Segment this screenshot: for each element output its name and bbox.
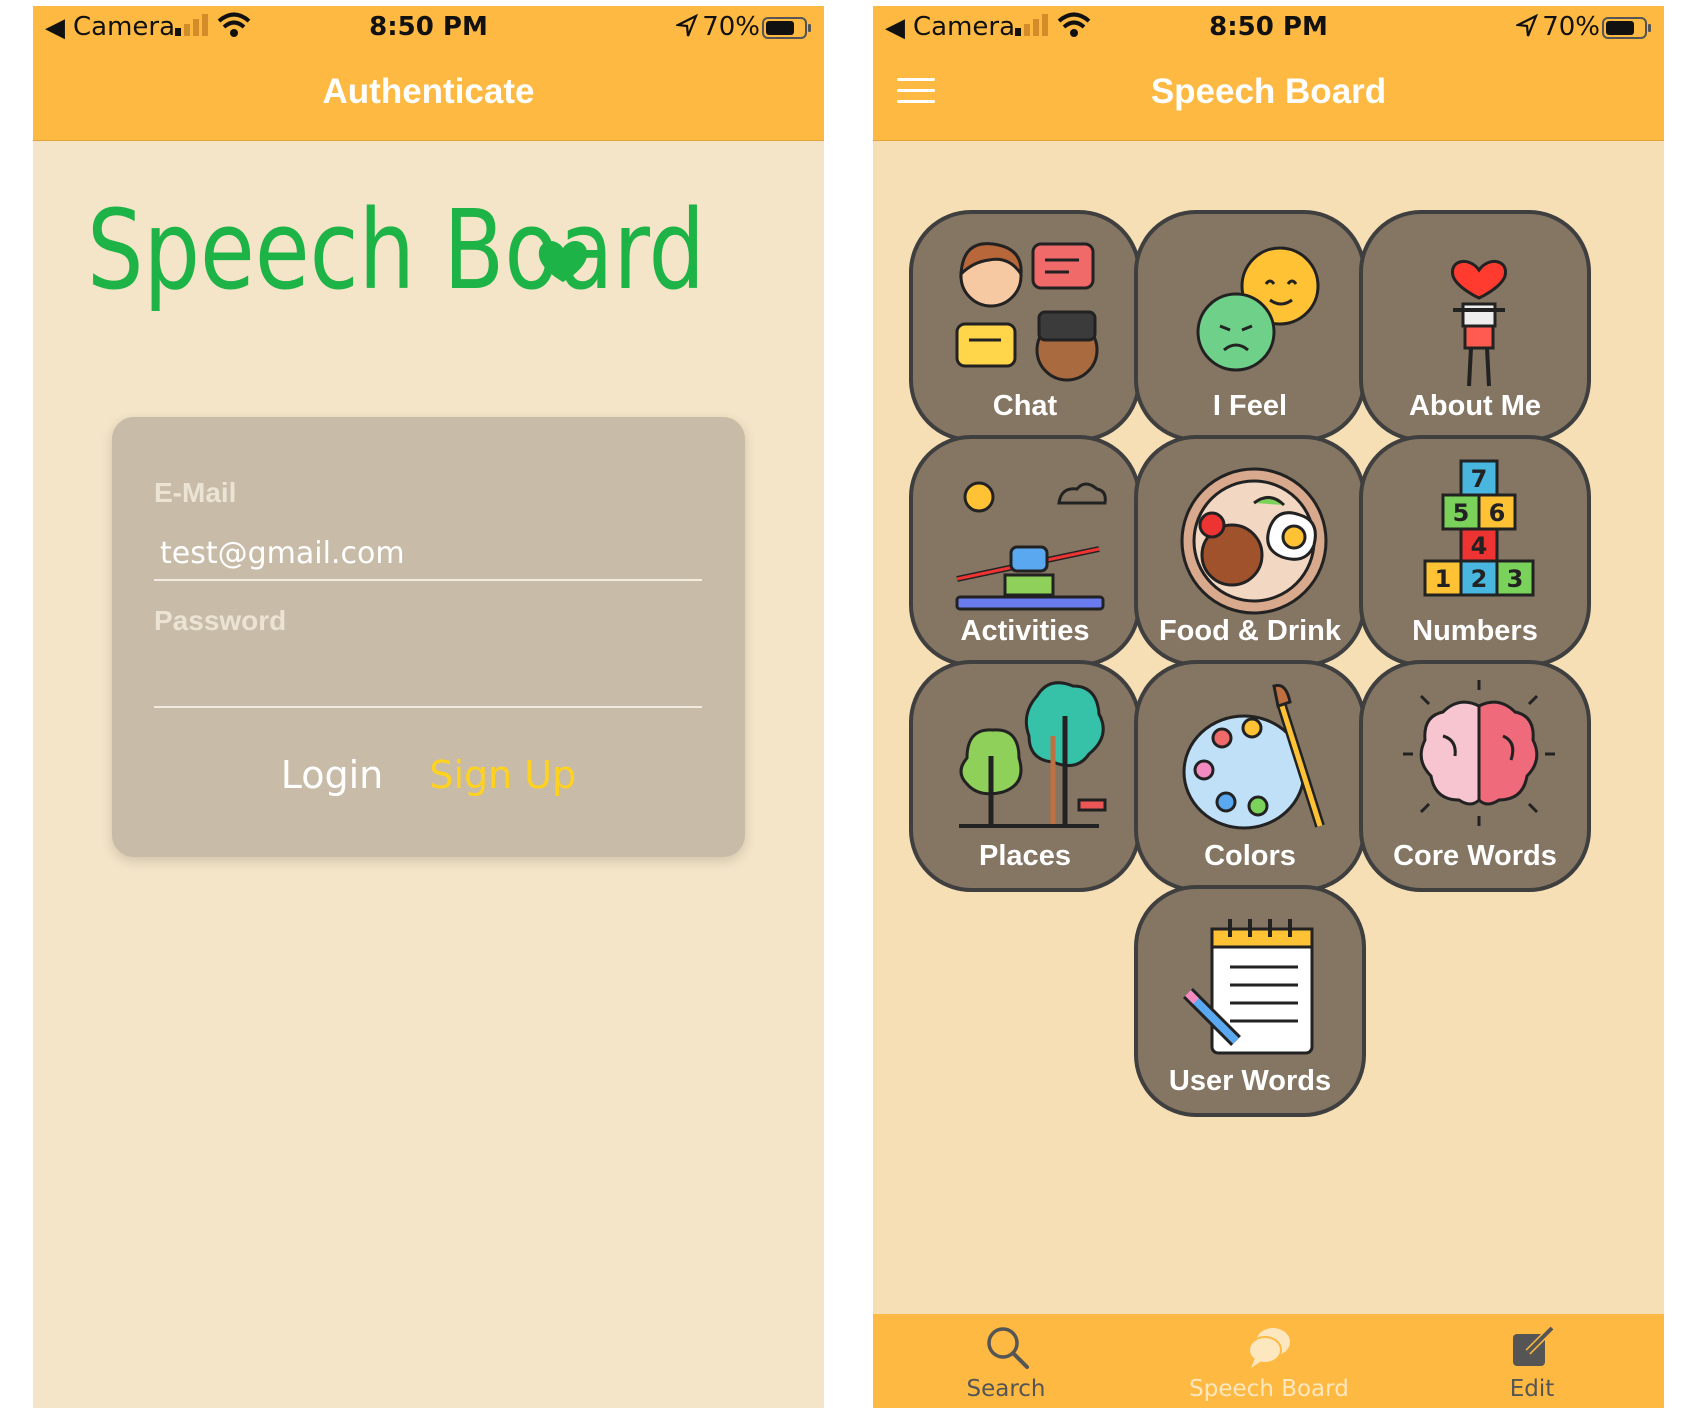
person-heart-icon — [1451, 260, 1507, 387]
tile-label: Places — [979, 840, 1071, 872]
svg-text:4: 4 — [1471, 532, 1488, 560]
notepad-icon — [1183, 919, 1314, 1055]
food-plate-icon — [1180, 467, 1328, 615]
edit-icon — [1513, 1325, 1555, 1366]
feelings-icon — [1196, 246, 1320, 372]
tile-label: User Words — [1168, 1065, 1332, 1097]
tile-label: Core Words — [1393, 840, 1557, 872]
category-tile-user-words[interactable]: User Words — [1134, 885, 1366, 1117]
trees-icon — [959, 681, 1107, 828]
svg-text:2: 2 — [1471, 565, 1488, 593]
login-card: E-Mail Password Login Sign Up — [112, 417, 745, 857]
tab-bar: Search Speech Board Edit — [873, 1314, 1664, 1408]
app-logo: Speech Board — [85, 186, 785, 350]
tab-search[interactable]: Search — [906, 1314, 1106, 1408]
battery-percent: 70% — [702, 12, 760, 42]
tile-label: About Me — [1408, 390, 1542, 422]
category-tile-chat[interactable]: Chat — [909, 210, 1141, 442]
tile-label: Numbers — [1412, 615, 1538, 647]
category-tile-i-feel[interactable]: I Feel — [1134, 210, 1366, 442]
tile-label: Food & Drink — [1158, 615, 1342, 647]
tab-label: Search — [966, 1376, 1046, 1402]
tab-label: Edit — [1509, 1376, 1555, 1402]
palette-icon — [1182, 683, 1325, 830]
tile-label: Activities — [960, 615, 1090, 647]
tile-label: I Feel — [1212, 390, 1288, 422]
speech-board-screen: ◀ Camera 8:50 PM 70% Speech Board Chat I… — [873, 6, 1664, 1408]
login-button[interactable]: Login — [281, 753, 384, 797]
category-tile-numbers[interactable]: 756 4123 Numbers — [1359, 435, 1591, 667]
location-arrow-icon — [676, 14, 698, 37]
battery-icon — [1602, 17, 1651, 39]
category-tile-places[interactable]: Places — [909, 660, 1141, 892]
speech-bubble-icon — [1248, 1328, 1290, 1368]
signup-button[interactable]: Sign Up — [429, 753, 576, 797]
category-tile-colors[interactable]: Colors — [1134, 660, 1366, 892]
search-icon — [987, 1327, 1029, 1369]
battery-icon — [762, 17, 811, 39]
category-tile-about-me[interactable]: About Me — [1359, 210, 1591, 442]
category-tile-food-drink[interactable]: Food & Drink — [1134, 435, 1366, 667]
password-field[interactable] — [154, 654, 702, 708]
status-bar: ◀ Camera 8:50 PM 70% — [33, 6, 824, 50]
battery-percent: 70% — [1542, 12, 1600, 42]
tile-label: Chat — [992, 390, 1058, 422]
category-tile-core-words[interactable]: Core Words — [1359, 660, 1591, 892]
svg-text:Speech Board: Speech Board — [87, 200, 705, 314]
tab-speech-board[interactable]: Speech Board — [1169, 1314, 1369, 1408]
category-tile-activities[interactable]: Activities — [909, 435, 1141, 667]
svg-text:1: 1 — [1435, 565, 1452, 593]
brain-icon — [1403, 680, 1555, 826]
password-label: Password — [154, 605, 287, 636]
svg-text:7: 7 — [1471, 465, 1488, 493]
status-bar: ◀ Camera 8:50 PM 70% — [873, 6, 1664, 50]
svg-text:5: 5 — [1453, 499, 1470, 527]
svg-text:6: 6 — [1489, 499, 1506, 527]
seesaw-icon — [955, 481, 1107, 611]
number-blocks-icon: 75 6 41 2 3 — [1423, 459, 1535, 597]
nav-bar: Speech Board — [873, 50, 1664, 141]
tile-label: Colors — [1204, 840, 1296, 872]
tab-label: Speech Board — [1189, 1376, 1349, 1402]
email-field[interactable] — [154, 527, 702, 581]
tab-edit[interactable]: Edit — [1432, 1314, 1632, 1408]
svg-text:3: 3 — [1507, 565, 1524, 593]
page-title: Speech Board — [1150, 72, 1387, 111]
nav-bar: Authenticate — [33, 50, 824, 141]
chat-icon — [955, 242, 1099, 382]
location-arrow-icon — [1516, 14, 1538, 37]
auth-actions: Login Sign Up — [112, 753, 745, 797]
auth-screen: ◀ Camera 8:50 PM 70% Authenticate Speech… — [33, 6, 824, 1408]
page-title: Authenticate — [322, 72, 535, 111]
email-label: E-Mail — [154, 477, 237, 508]
